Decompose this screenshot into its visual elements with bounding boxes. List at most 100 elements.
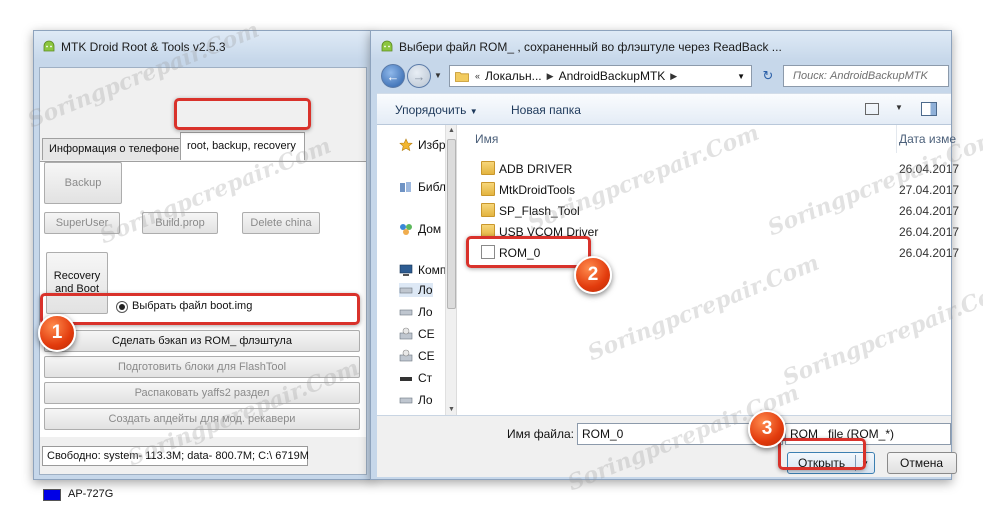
- nav-cd-drive-1[interactable]: CE: [399, 327, 435, 341]
- nav-label: Избр: [418, 138, 446, 152]
- left-window-titlebar[interactable]: MTK Droid Root & Tools v2.5.3: [34, 31, 372, 61]
- file-name: ADB DRIVER: [499, 162, 573, 176]
- file-name: MtkDroidTools: [499, 183, 576, 197]
- new-folder-button[interactable]: Новая папка: [511, 103, 581, 117]
- nav-favorites[interactable]: Избр: [399, 138, 446, 152]
- step-badge-2: 2: [574, 256, 612, 294]
- forward-arrow-icon[interactable]: →: [407, 64, 431, 88]
- nav-removable-drive[interactable]: Ст: [399, 371, 432, 385]
- nav-label: Библ: [418, 180, 446, 194]
- computer-icon: [399, 264, 413, 276]
- folder-icon: [455, 71, 469, 82]
- file-list: Имя Дата изме ADB DRIVER 26.04.2017 MtkD…: [459, 125, 959, 415]
- nav-local-disk-1[interactable]: Ло: [399, 283, 433, 297]
- superuser-button[interactable]: SuperUser: [44, 212, 120, 234]
- navigation-pane: Избр Библ Дом Комп Ло Ло CE CE Ст Ло ▲ ▼: [377, 125, 457, 415]
- highlight-open-button: [778, 438, 866, 470]
- recovery-boot-label-1: Recovery: [53, 270, 101, 282]
- star-icon: [399, 138, 413, 152]
- chevron-down-icon: ▼: [469, 107, 478, 116]
- file-row-adb-driver[interactable]: ADB DRIVER 26.04.2017: [459, 158, 959, 179]
- drive-icon: [399, 309, 413, 316]
- address-segment-androidbackupmtk[interactable]: AndroidBackupMTK: [556, 69, 669, 83]
- address-segment-local-disk[interactable]: Локальн...: [482, 69, 545, 83]
- scroll-down-icon[interactable]: ▼: [448, 406, 455, 413]
- drive-icon: [399, 287, 413, 294]
- screenshot-stage: MTK Droid Root & Tools v2.5.3 Информация…: [0, 0, 983, 517]
- view-dropdown-icon[interactable]: ▼: [895, 103, 903, 112]
- view-options-icon[interactable]: [865, 103, 879, 115]
- filename-label: Имя файла:: [507, 427, 574, 441]
- file-row-mtkdroidtools[interactable]: MtkDroidTools 27.04.2017: [459, 179, 959, 200]
- delete-china-button[interactable]: Delete china: [242, 212, 320, 234]
- scrollbar-thumb[interactable]: [447, 139, 456, 309]
- tab-phone-info[interactable]: Информация о телефоне: [42, 138, 187, 160]
- nav-homegroup[interactable]: Дом: [399, 222, 441, 236]
- folder-icon: [481, 203, 495, 217]
- backup-button[interactable]: Backup: [44, 162, 122, 204]
- organize-menu[interactable]: Упорядочить ▼: [395, 103, 478, 117]
- nav-label: Дом: [418, 222, 442, 236]
- drive-icon: [399, 397, 413, 404]
- highlight-make-backup-button: [40, 293, 360, 325]
- nav-libraries[interactable]: Библ: [399, 180, 446, 194]
- nav-label: Ло: [418, 305, 433, 319]
- tab-root-backup-recovery[interactable]: root, backup, recovery: [180, 132, 305, 160]
- tab-strip: Информация о телефоне root, backup, reco…: [40, 130, 366, 162]
- build-prop-button[interactable]: Build.prop: [142, 212, 218, 234]
- nav-label: Комп: [418, 263, 447, 277]
- android-icon: [43, 40, 55, 52]
- file-row-sp-flash-tool[interactable]: SP_Flash_Tool 26.04.2017: [459, 200, 959, 221]
- column-header-name[interactable]: Имя: [459, 125, 897, 153]
- nav-computer[interactable]: Комп: [399, 263, 446, 277]
- make-backup-from-rom-button[interactable]: Сделать бэкап из ROM_ флэштула: [44, 330, 360, 352]
- preview-pane-icon[interactable]: [921, 102, 937, 116]
- dialog-titlebar[interactable]: Выбери файл ROM_ , сохраненный во флэшту…: [371, 31, 951, 61]
- prepare-flashtool-blocks-button[interactable]: Подготовить блоки для FlashTool: [44, 356, 360, 378]
- left-window-title: MTK Droid Root & Tools v2.5.3: [61, 40, 226, 54]
- file-name: SP_Flash_Tool: [499, 204, 580, 218]
- address-overflow-chevron[interactable]: «: [473, 71, 482, 81]
- chevron-right-icon[interactable]: ▶: [668, 71, 679, 82]
- nav-label: CE: [418, 349, 435, 363]
- refresh-icon[interactable]: ↻: [757, 66, 779, 86]
- file-date: 26.04.2017: [899, 225, 960, 239]
- step-badge-3: 3: [748, 410, 786, 448]
- open-file-dialog: Выбери файл ROM_ , сохраненный во флэшту…: [370, 30, 959, 480]
- nav-pane-scrollbar[interactable]: ▲ ▼: [445, 125, 456, 415]
- address-dropdown-icon[interactable]: ▼: [737, 72, 745, 81]
- back-arrow-icon[interactable]: ←: [381, 64, 405, 88]
- file-date: 27.04.2017: [899, 183, 960, 197]
- unpack-yaffs2-button[interactable]: Распаковать yaffs2 раздел: [44, 382, 360, 404]
- nav-label: CE: [418, 327, 435, 341]
- nav-cd-drive-2[interactable]: CE: [399, 349, 435, 363]
- column-header-date[interactable]: Дата изме: [897, 125, 956, 153]
- dialog-body: Избр Библ Дом Комп Ло Ло CE CE Ст Ло ▲ ▼…: [377, 125, 959, 415]
- search-input[interactable]: Поиск: AndroidBackupMTK: [783, 65, 949, 87]
- library-icon: [400, 182, 411, 192]
- nav-local-disk-2[interactable]: Ло: [399, 305, 433, 319]
- folder-icon: [481, 182, 495, 196]
- file-date: 26.04.2017: [899, 204, 960, 218]
- address-bar[interactable]: « Локальн... ▶ AndroidBackupMTK ▶ ▼: [449, 65, 752, 87]
- free-space-status: Свободно: system- 113.3M; data- 800.7M; …: [42, 446, 309, 466]
- dialog-title: Выбери файл ROM_ , сохраненный во флэшту…: [399, 40, 782, 54]
- cd-drive-icon: [399, 349, 413, 362]
- organize-label: Упорядочить: [395, 103, 467, 117]
- nav-local-disk-3[interactable]: Ло: [399, 393, 433, 407]
- history-dropdown-icon[interactable]: ▼: [434, 71, 442, 80]
- nav-label: Ст: [418, 371, 433, 385]
- nav-label: Ло: [418, 283, 433, 297]
- cancel-button[interactable]: Отмена: [887, 452, 957, 474]
- step-badge-1: 1: [38, 314, 76, 352]
- cd-drive-icon: [399, 327, 413, 340]
- chevron-right-icon[interactable]: ▶: [545, 71, 556, 82]
- device-color-swatch: [43, 489, 61, 501]
- homegroup-icon: [400, 224, 412, 235]
- create-updates-button[interactable]: Создать апдейты для мод. рекавери: [44, 408, 360, 430]
- folder-icon: [481, 161, 495, 175]
- removable-drive-icon: [400, 377, 412, 381]
- android-icon: [381, 40, 393, 52]
- file-date: 26.04.2017: [899, 246, 960, 260]
- scroll-up-icon[interactable]: ▲: [448, 127, 455, 134]
